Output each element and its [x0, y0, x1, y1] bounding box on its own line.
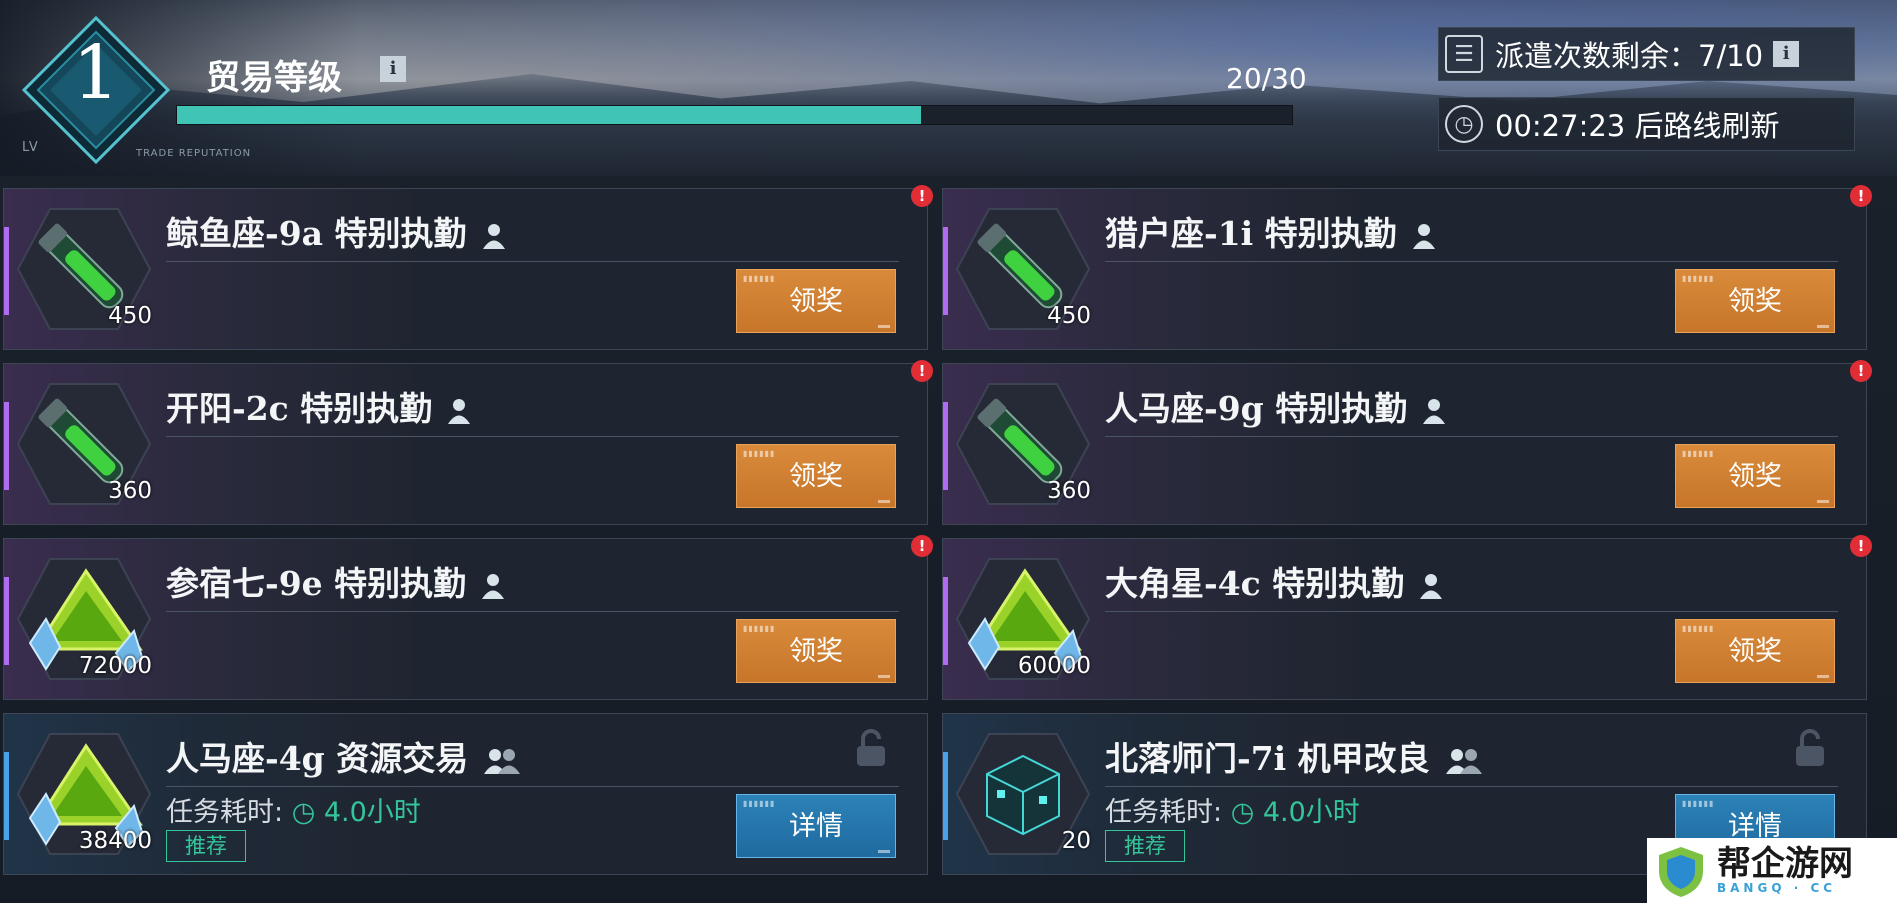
xp-progress-bar	[176, 105, 1293, 125]
mission-card[interactable]: 450 鲸鱼座-9a 特别执勤 ▮▮▮▮▮▮ 领奖 !	[3, 185, 933, 350]
xp-progress-text: 20/30	[1226, 62, 1307, 95]
reward-quantity: 450	[108, 303, 152, 329]
reward-quantity: 360	[108, 478, 152, 504]
claim-reward-button[interactable]: ▮▮▮▮▮▮ 领奖	[1675, 269, 1835, 333]
clock-icon: ◷	[1230, 797, 1255, 828]
mission-title: 北落师门-7i 机甲改良	[1105, 732, 1484, 780]
mission-title: 人马座-4g 资源交易	[166, 732, 522, 780]
mission-title: 人马座-9g 特别执勤	[1105, 382, 1447, 430]
reward-quantity: 360	[1047, 478, 1091, 504]
clock-icon: ◷	[291, 797, 316, 828]
alert-icon: !	[911, 535, 933, 557]
single-person-icon	[482, 574, 505, 599]
recommended-tag: 推荐	[166, 830, 246, 862]
single-person-icon	[1412, 224, 1435, 249]
watermark: 帮企游网 BANGQ · CC	[1647, 838, 1897, 903]
single-person-icon	[1420, 574, 1443, 599]
unlock-icon	[857, 729, 885, 766]
reward-quantity: 38400	[78, 828, 152, 854]
alert-icon: !	[911, 185, 933, 207]
unlock-icon	[1796, 729, 1824, 766]
mission-card[interactable]: 60000 大角星-4c 特别执勤 ▮▮▮▮▮▮ 领奖 !	[942, 535, 1872, 700]
alert-icon: !	[1850, 535, 1872, 557]
clipboard-icon: ☰	[1445, 35, 1483, 73]
claim-reward-button[interactable]: ▮▮▮▮▮▮ 领奖	[736, 619, 896, 683]
recommended-tag: 推荐	[1105, 830, 1185, 862]
watermark-sub: BANGQ · CC	[1717, 880, 1837, 895]
dispatch-count-label: 派遣次数剩余：7/10	[1495, 39, 1764, 73]
mission-title: 参宿七-9e 特别执勤	[166, 557, 506, 605]
alert-icon: !	[1850, 185, 1872, 207]
reward-quantity: 450	[1047, 303, 1091, 329]
trade-caption: TRADE REPUTATION	[136, 148, 252, 159]
reward-quantity: 20	[1061, 828, 1091, 854]
mission-title: 开阳-2c 特别执勤	[166, 382, 472, 430]
game-screen: 1 LV TRADE REPUTATION 贸易等级 i 20/30 ☰ 派遣次…	[0, 0, 1897, 903]
claim-reward-button[interactable]: ▮▮▮▮▮▮ 领奖	[1675, 444, 1835, 508]
dispatch-info-icon[interactable]: i	[1773, 41, 1800, 67]
claim-reward-button[interactable]: ▮▮▮▮▮▮ 领奖	[736, 444, 896, 508]
xp-progress-fill	[177, 106, 921, 124]
trade-level-number: 1	[72, 30, 120, 116]
shield-logo-icon	[1659, 846, 1703, 897]
mission-card[interactable]: 360 开阳-2c 特别执勤 ▮▮▮▮▮▮ 领奖 !	[3, 360, 933, 525]
mission-duration: 任务耗时: ◷ 4.0小时	[166, 797, 421, 828]
single-person-icon	[482, 224, 505, 249]
mission-card[interactable]: 360 人马座-9g 特别执勤 ▮▮▮▮▮▮ 领奖 !	[942, 360, 1872, 525]
mission-duration: 任务耗时: ◷ 4.0小时	[1105, 797, 1360, 828]
single-person-icon	[1423, 399, 1446, 424]
reward-quantity: 72000	[78, 653, 152, 679]
trade-level-info-icon[interactable]: i	[380, 56, 406, 82]
mission-title: 大角星-4c 特别执勤	[1105, 557, 1444, 605]
mission-title: 猎户座-1i 特别执勤	[1105, 207, 1437, 255]
trade-level-header: 1 LV TRADE REPUTATION 贸易等级 i 20/30 ☰ 派遣次…	[0, 0, 1897, 176]
mission-card[interactable]: 38400 人马座-4g 资源交易 任务耗时: ◷ 4.0小时 推荐 ▮▮▮▮▮…	[3, 713, 928, 875]
claim-reward-button[interactable]: ▮▮▮▮▮▮ 领奖	[736, 269, 896, 333]
single-person-icon	[448, 399, 471, 424]
lv-label: LV	[22, 140, 39, 155]
route-refresh-label: 00:27:23 后路线刷新	[1495, 109, 1780, 143]
mission-card[interactable]: 450 猎户座-1i 特别执勤 ▮▮▮▮▮▮ 领奖 !	[942, 185, 1872, 350]
dispatch-count-panel: ☰ 派遣次数剩余：7/10 i	[1438, 27, 1855, 81]
alert-icon: !	[911, 360, 933, 382]
reward-quantity: 60000	[1017, 653, 1091, 679]
alert-icon: !	[1850, 360, 1872, 382]
claim-reward-button[interactable]: ▮▮▮▮▮▮ 领奖	[1675, 619, 1835, 683]
clock-icon: ◷	[1445, 105, 1483, 143]
mission-title: 鲸鱼座-9a 特别执勤	[166, 207, 507, 255]
group-icon	[484, 749, 521, 774]
page-title: 贸易等级	[206, 58, 342, 98]
group-icon	[1445, 749, 1482, 774]
watermark-text: 帮企游网	[1717, 843, 1853, 884]
details-button[interactable]: ▮▮▮▮▮▮ 详情	[736, 794, 896, 858]
mission-card[interactable]: 72000 参宿七-9e 特别执勤 ▮▮▮▮▮▮ 领奖 !	[3, 535, 933, 700]
route-refresh-panel: ◷ 00:27:23 后路线刷新	[1438, 97, 1855, 151]
